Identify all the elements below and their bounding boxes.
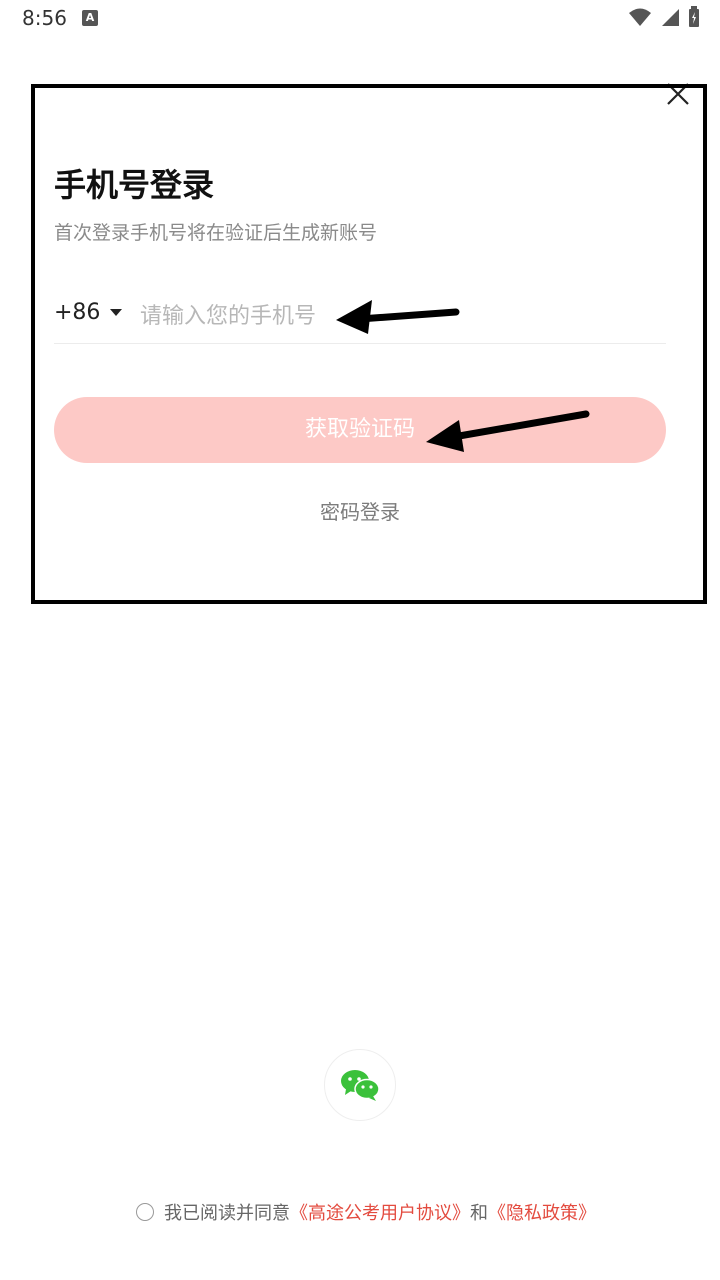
status-time: 8:56 xyxy=(22,6,67,30)
agreement-and: 和 xyxy=(470,1203,488,1224)
status-icons xyxy=(628,6,700,28)
caret-down-icon xyxy=(110,309,123,316)
country-code-label: +86 xyxy=(54,300,101,325)
status-bar: 8:56 A xyxy=(0,0,720,40)
signal-icon xyxy=(662,9,679,26)
page-title: 手机号登录 xyxy=(54,166,215,204)
input-divider xyxy=(54,343,666,344)
phone-input[interactable] xyxy=(140,296,560,336)
country-code-selector[interactable]: +86 xyxy=(54,300,123,325)
battery-icon xyxy=(689,6,699,27)
password-login-link[interactable]: 密码登录 xyxy=(0,496,720,525)
get-code-button[interactable]: 获取验证码 xyxy=(54,397,666,463)
agreement-row: 我已阅读并同意 《高途公考用户协议》 和 《隐私政策》 xyxy=(136,1199,596,1225)
notification-icon: A xyxy=(82,10,98,26)
agreement-checkbox[interactable] xyxy=(136,1203,154,1221)
wifi-icon xyxy=(629,8,651,26)
privacy-policy-link[interactable]: 《隐私政策》 xyxy=(488,1199,596,1225)
wechat-icon xyxy=(341,1070,380,1101)
agreement-prefix: 我已阅读并同意 xyxy=(164,1203,290,1224)
wechat-login-button[interactable] xyxy=(324,1049,396,1121)
page-subtitle: 首次登录手机号将在验证后生成新账号 xyxy=(54,222,378,244)
user-agreement-link[interactable]: 《高途公考用户协议》 xyxy=(290,1199,470,1225)
